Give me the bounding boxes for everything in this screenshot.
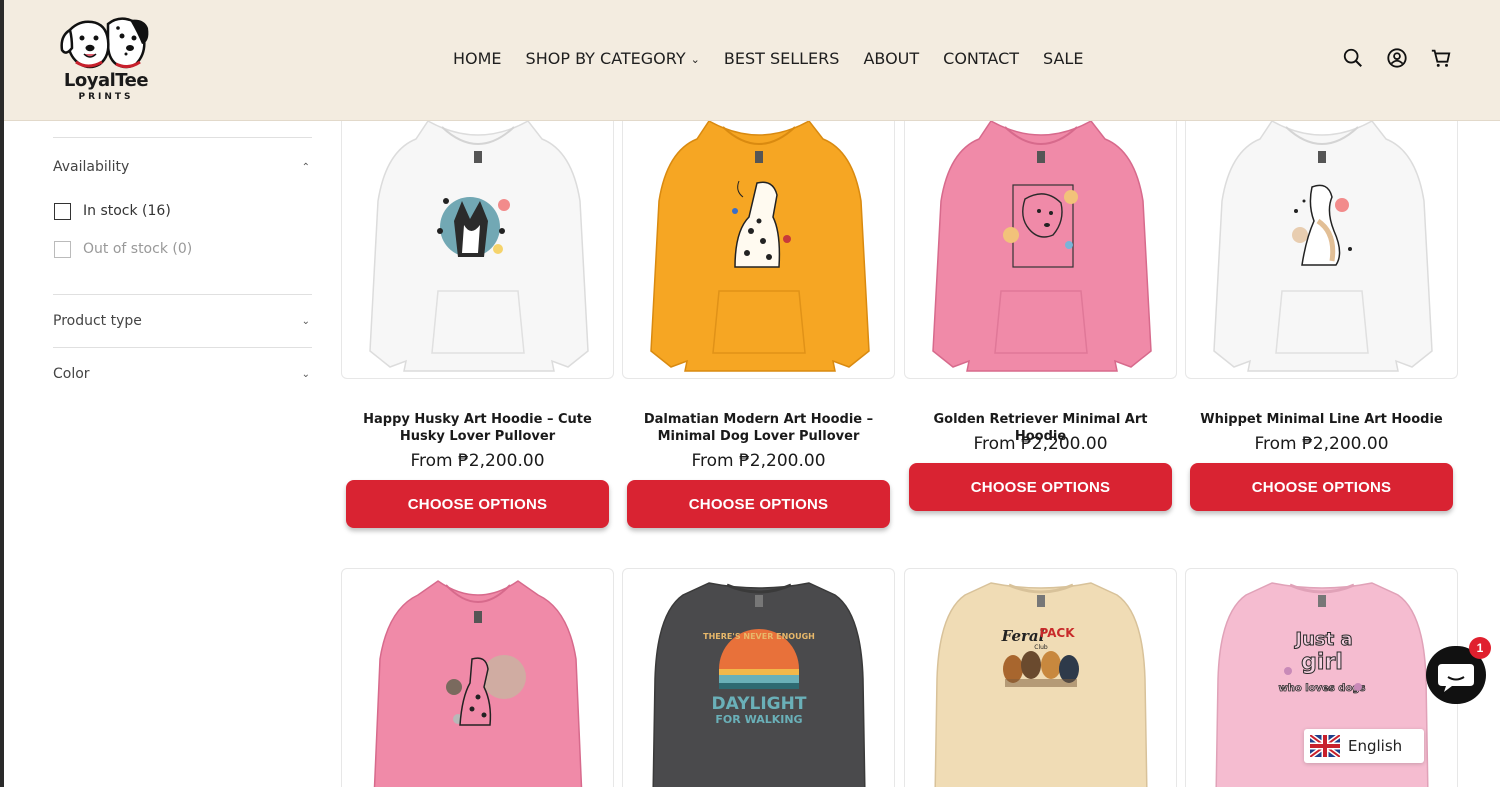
- filter-in-stock-checkbox[interactable]: In stock (16): [53, 192, 312, 230]
- filter-color-label: Color: [53, 366, 90, 382]
- product-price: From ₱2,200.00: [691, 451, 826, 471]
- product-image[interactable]: [341, 121, 614, 379]
- filter-availability-toggle[interactable]: Availability ⌃: [53, 138, 312, 192]
- sweatshirt-image: Feral PACK Club: [934, 582, 1148, 787]
- graphic-text-sub: FOR WALKING: [715, 713, 802, 726]
- product-image[interactable]: [904, 121, 1177, 379]
- chevron-down-icon: ⌄: [301, 315, 310, 327]
- graphic-text-main: DAYLIGHT: [712, 694, 807, 714]
- graphic-text-main: PACK: [1039, 626, 1075, 640]
- product-title[interactable]: Happy Husky Art Hoodie – Cute Husky Love…: [341, 411, 614, 445]
- filter-in-stock-label: In stock (16): [83, 203, 171, 219]
- filter-availability-label: Availability: [53, 159, 130, 175]
- hoodie-image: [932, 121, 1152, 372]
- chat-notification-badge: 1: [1469, 637, 1491, 659]
- checkbox-icon[interactable]: [54, 202, 71, 220]
- hoodie-image: [369, 121, 589, 372]
- product-image[interactable]: [1185, 121, 1458, 379]
- site-header: LoyalTee PRINTS HOME SHOP BY CATEGORY ⌄ B…: [4, 0, 1500, 121]
- checkbox-icon: [54, 240, 71, 258]
- filter-product-type-label: Product type: [53, 313, 142, 329]
- product-image[interactable]: THERE'S NEVER ENOUGH DAYLIGHT FOR WALKIN…: [622, 568, 895, 787]
- search-icon[interactable]: [1342, 46, 1364, 70]
- nav-about-label: ABOUT: [863, 49, 920, 68]
- nav-contact-label: CONTACT: [943, 49, 1020, 68]
- chevron-up-icon: ⌃: [301, 161, 310, 173]
- nav-about[interactable]: ABOUT: [863, 49, 919, 68]
- header-actions: [1342, 46, 1452, 70]
- brand-name: LoyalTee: [63, 70, 149, 91]
- filter-color-toggle[interactable]: Color ⌄: [53, 348, 312, 400]
- product-title[interactable]: Dalmatian Modern Art Hoodie – Minimal Do…: [622, 411, 895, 445]
- product-price: From ₱2,200.00: [973, 434, 1108, 454]
- language-selector[interactable]: English: [1304, 729, 1424, 763]
- nav-shop-by-category-label: SHOP BY CATEGORY: [525, 49, 686, 68]
- graphic-text-main: girl: [1301, 650, 1343, 675]
- product-price: From ₱2,200.00: [1254, 434, 1389, 454]
- product-card: Dalmatian Modern Art Hoodie – Minimal Do…: [622, 121, 895, 541]
- account-icon[interactable]: [1386, 46, 1408, 70]
- filter-out-of-stock-label: Out of stock (0): [83, 241, 193, 257]
- nav-sale[interactable]: SALE: [1043, 49, 1083, 68]
- graphic-text-top: Just a: [1293, 629, 1352, 650]
- brand-logo[interactable]: LoyalTee PRINTS: [56, 14, 156, 106]
- choose-options-button[interactable]: CHOOSE OPTIONS: [909, 463, 1172, 511]
- product-image[interactable]: Feral PACK Club: [904, 568, 1177, 787]
- nav-shop-by-category[interactable]: SHOP BY CATEGORY ⌄: [526, 49, 700, 68]
- chevron-down-icon: ⌄: [301, 368, 310, 380]
- graphic-text-sub: who loves dogs: [1279, 683, 1366, 694]
- dog-logo-icon: [60, 17, 149, 69]
- choose-options-button[interactable]: CHOOSE OPTIONS: [627, 480, 890, 528]
- sweatshirt-image: THERE'S NEVER ENOUGH DAYLIGHT FOR WALKIN…: [652, 582, 866, 787]
- nav-home[interactable]: HOME: [453, 49, 502, 68]
- filter-product-type-toggle[interactable]: Product type ⌄: [53, 295, 312, 347]
- product-card: Happy Husky Art Hoodie – Cute Husky Love…: [341, 121, 614, 541]
- main-nav: HOME SHOP BY CATEGORY ⌄ BEST SELLERS ABOU…: [453, 49, 1107, 68]
- hoodie-image: [650, 121, 870, 372]
- filter-sidebar: Availability ⌃ In stock (16) Out of stoc…: [53, 137, 312, 400]
- product-title[interactable]: Whippet Minimal Line Art Hoodie: [1185, 411, 1458, 428]
- product-card: Golden Retriever Minimal Art Hoodie From…: [904, 121, 1177, 541]
- nav-best-sellers[interactable]: BEST SELLERS: [724, 49, 840, 68]
- filter-out-of-stock-checkbox: Out of stock (0): [53, 230, 312, 268]
- hoodie-image: [373, 580, 583, 787]
- cart-icon[interactable]: [1430, 46, 1452, 70]
- brand-subtitle: PRINTS: [78, 92, 134, 102]
- nav-sale-label: SALE: [1043, 49, 1084, 68]
- graphic-text-top: THERE'S NEVER ENOUGH: [703, 632, 815, 641]
- choose-options-button[interactable]: CHOOSE OPTIONS: [346, 480, 609, 528]
- nav-contact[interactable]: CONTACT: [943, 49, 1019, 68]
- nav-best-sellers-label: BEST SELLERS: [723, 49, 840, 68]
- language-label: English: [1348, 737, 1403, 755]
- product-image[interactable]: [341, 568, 614, 787]
- chevron-down-icon: ⌄: [690, 53, 700, 66]
- uk-flag-icon: [1310, 735, 1340, 757]
- nav-home-label: HOME: [453, 49, 502, 68]
- graphic-text-top: Feral: [1001, 627, 1045, 645]
- product-price: From ₱2,200.00: [410, 451, 545, 471]
- product-card: Whippet Minimal Line Art Hoodie From ₱2,…: [1185, 121, 1458, 541]
- hoodie-image: [1213, 121, 1433, 372]
- product-image[interactable]: [622, 121, 895, 379]
- graphic-text-sub: Club: [1034, 644, 1048, 651]
- choose-options-button[interactable]: CHOOSE OPTIONS: [1190, 463, 1453, 511]
